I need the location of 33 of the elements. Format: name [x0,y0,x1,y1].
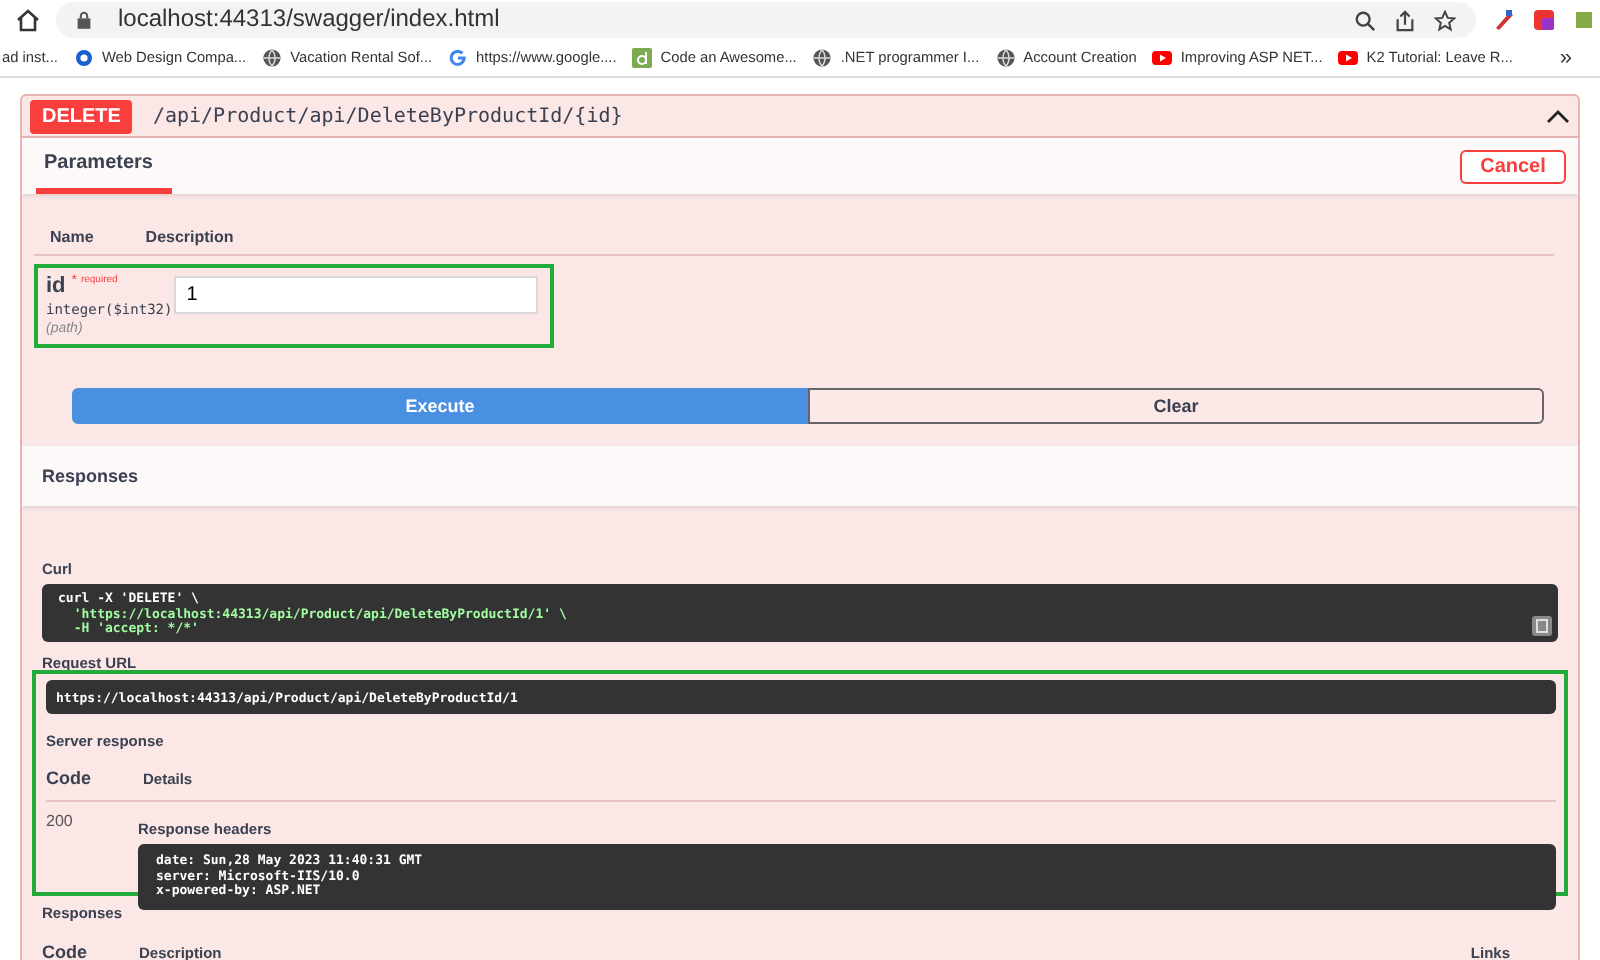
parameter-name: id [46,274,66,298]
globe-icon [812,47,833,67]
square-logo-icon [632,47,653,67]
g-logo-icon [448,47,469,67]
method-badge: DELETE [30,99,133,133]
status-code: 200 [46,812,75,834]
home-icon[interactable] [16,7,40,31]
globe-icon [995,47,1016,67]
clear-button[interactable]: Clear [808,388,1544,424]
column-header: Code [46,768,91,788]
column-header: Name [50,228,94,246]
endpoint-path: /api/Product/api/DeleteByProductId/{id} [152,105,625,127]
copy-icon[interactable] [1532,616,1552,636]
chevron-icon[interactable] [1546,108,1570,124]
star-icon[interactable] [1434,9,1456,31]
address-bar[interactable]: localhost:44313/swagger/index.html [56,2,1476,38]
circle-logo-icon [73,47,94,67]
column-header: Description [145,228,234,246]
more-bookmarks-button[interactable]: » [1559,45,1572,69]
play-icon [1152,47,1173,67]
extension-icon[interactable] [1572,7,1596,31]
extension-icon[interactable] [1492,7,1516,31]
id-input-field[interactable]: 1 [174,276,538,314]
parameters-tab[interactable]: Parameters [36,138,173,194]
zoom-icon[interactable] [1354,9,1376,31]
extension-icon[interactable] [1532,7,1556,31]
play-icon [1338,47,1359,67]
column-header: Code [42,942,87,960]
section-title: Responses [42,466,139,486]
lock-icon [76,10,92,30]
cancel-button[interactable]: Cancel [1460,149,1566,183]
share-icon[interactable] [1394,9,1416,31]
globe-icon [262,47,283,67]
